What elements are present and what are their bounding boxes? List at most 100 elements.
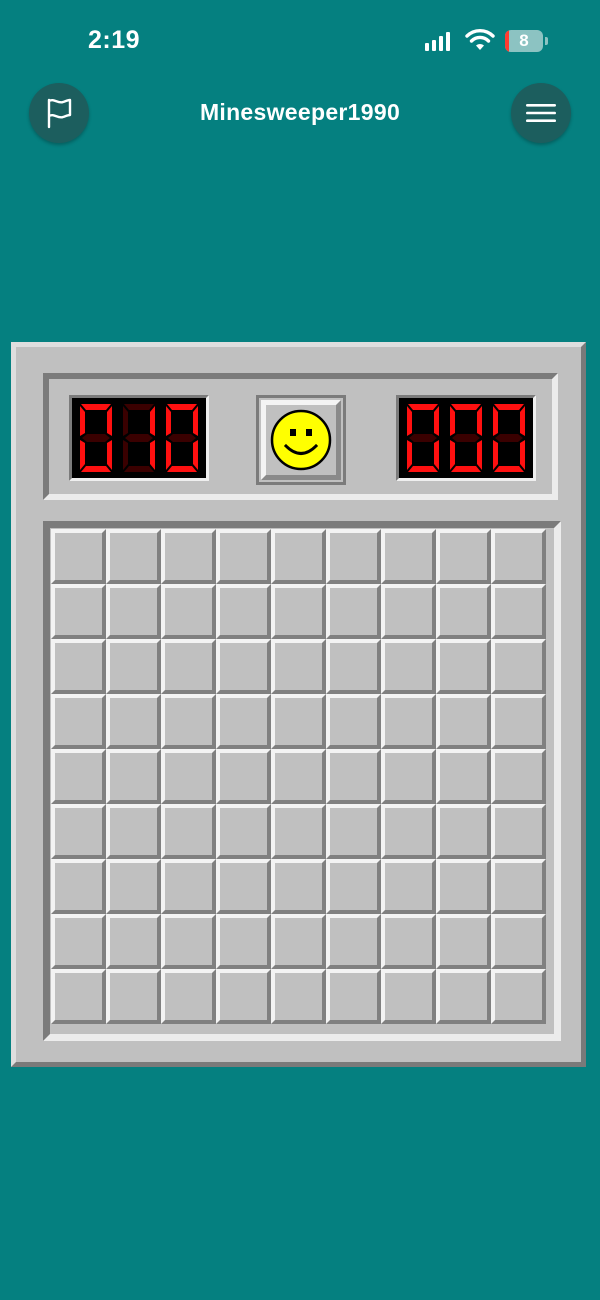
board-cell[interactable] [271, 639, 326, 694]
board-cell[interactable] [51, 859, 106, 914]
board-cell[interactable] [491, 639, 546, 694]
status-time: 2:19 [88, 26, 141, 54]
board-cell[interactable] [326, 969, 381, 1024]
menu-button[interactable] [511, 83, 571, 143]
board-cell[interactable] [51, 584, 106, 639]
wifi-icon [465, 29, 495, 50]
seven-segment-digit [407, 404, 440, 472]
board-cell[interactable] [106, 859, 161, 914]
board-cell[interactable] [271, 694, 326, 749]
board-cell[interactable] [161, 749, 216, 804]
board-cell[interactable] [51, 804, 106, 859]
board-cell[interactable] [161, 694, 216, 749]
board-cell[interactable] [436, 639, 491, 694]
board-cell[interactable] [161, 584, 216, 639]
board-cell[interactable] [216, 529, 271, 584]
board-cell[interactable] [326, 914, 381, 969]
board-cell[interactable] [271, 859, 326, 914]
board-cell[interactable] [271, 529, 326, 584]
board-cell[interactable] [271, 804, 326, 859]
board-cell[interactable] [491, 804, 546, 859]
board-cell[interactable] [491, 529, 546, 584]
board-cell[interactable] [436, 859, 491, 914]
board-cell[interactable] [381, 969, 436, 1024]
board-cell[interactable] [491, 859, 546, 914]
board-cell[interactable] [436, 694, 491, 749]
seven-segment-digit [492, 404, 525, 472]
board-cell[interactable] [436, 749, 491, 804]
board-cell[interactable] [216, 639, 271, 694]
board-cell[interactable] [161, 859, 216, 914]
board-cell[interactable] [106, 694, 161, 749]
board-cell[interactable] [106, 804, 161, 859]
board-cell[interactable] [381, 584, 436, 639]
board-cell[interactable] [381, 694, 436, 749]
board-cell[interactable] [216, 584, 271, 639]
board-cell[interactable] [106, 969, 161, 1024]
board-cell[interactable] [161, 914, 216, 969]
board-cell[interactable] [51, 529, 106, 584]
board-cell[interactable] [271, 914, 326, 969]
board-cell[interactable] [216, 749, 271, 804]
board-cell[interactable] [326, 859, 381, 914]
board-cell[interactable] [106, 584, 161, 639]
mine-counter [69, 395, 209, 481]
board-cell[interactable] [326, 529, 381, 584]
board-cell[interactable] [381, 529, 436, 584]
cellular-signal-icon [425, 31, 451, 51]
status-bar: 2:19 8 [0, 0, 600, 80]
board-cell[interactable] [436, 584, 491, 639]
board-cell[interactable] [216, 859, 271, 914]
board-cell[interactable] [161, 639, 216, 694]
board-cell[interactable] [381, 639, 436, 694]
board-cell[interactable] [436, 529, 491, 584]
board-cell[interactable] [161, 969, 216, 1024]
mine-board [51, 529, 553, 1024]
seven-segment-digit [449, 404, 482, 472]
board-cell[interactable] [271, 749, 326, 804]
battery-icon: 8 [505, 30, 543, 52]
board-cell[interactable] [381, 749, 436, 804]
board-cell[interactable] [216, 969, 271, 1024]
board-cell[interactable] [436, 969, 491, 1024]
board-cell[interactable] [491, 749, 546, 804]
reset-face-button[interactable] [256, 395, 346, 485]
board-cell[interactable] [106, 639, 161, 694]
board-cell[interactable] [326, 804, 381, 859]
board-cell[interactable] [491, 914, 546, 969]
board-cell[interactable] [326, 584, 381, 639]
board-cell[interactable] [161, 529, 216, 584]
board-cell[interactable] [436, 914, 491, 969]
face-button-bevel [261, 400, 341, 480]
seven-segment-digit [80, 404, 113, 472]
board-cell[interactable] [216, 804, 271, 859]
board-cell[interactable] [326, 694, 381, 749]
board-cell[interactable] [216, 914, 271, 969]
game-window [11, 342, 586, 1067]
board-cell[interactable] [326, 639, 381, 694]
board-cell[interactable] [161, 804, 216, 859]
board-cell[interactable] [491, 584, 546, 639]
board-cell[interactable] [491, 969, 546, 1024]
board-panel [43, 521, 561, 1041]
board-cell[interactable] [381, 859, 436, 914]
board-cell[interactable] [51, 969, 106, 1024]
board-cell[interactable] [491, 694, 546, 749]
board-cell[interactable] [51, 749, 106, 804]
board-cell[interactable] [106, 529, 161, 584]
board-cell[interactable] [216, 694, 271, 749]
board-cell[interactable] [51, 639, 106, 694]
board-cell[interactable] [271, 584, 326, 639]
board-cell[interactable] [381, 914, 436, 969]
timer-display [396, 395, 536, 481]
board-cell[interactable] [326, 749, 381, 804]
board-cell[interactable] [381, 804, 436, 859]
app-title: Minesweeper1990 [199, 99, 401, 125]
board-cell[interactable] [106, 749, 161, 804]
board-cell[interactable] [436, 804, 491, 859]
board-cell[interactable] [51, 914, 106, 969]
game-header-panel [43, 373, 558, 500]
board-cell[interactable] [271, 969, 326, 1024]
board-cell[interactable] [106, 914, 161, 969]
board-cell[interactable] [51, 694, 106, 749]
